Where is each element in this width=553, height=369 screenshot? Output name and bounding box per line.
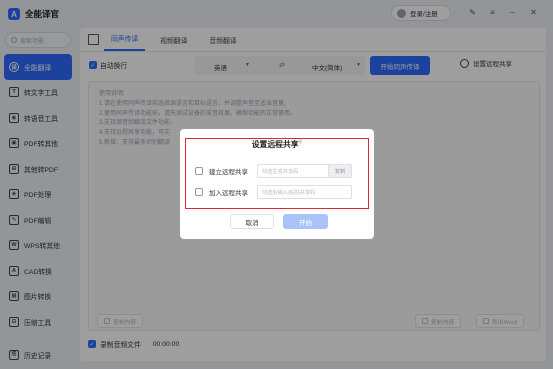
join-share-row: 加入远程共享 勾选后输入/粘贴共享码 (195, 185, 352, 199)
join-code-input[interactable]: 勾选后输入/粘贴共享码 (257, 185, 352, 199)
create-share-row: 建立远程共享 勾选生成共享码 复制 (195, 164, 352, 178)
start-button[interactable]: 开始 (283, 214, 328, 229)
cancel-button[interactable]: 取消 (230, 214, 274, 229)
share-code-field[interactable]: 勾选生成共享码 (257, 164, 329, 178)
join-share-checkbox[interactable] (195, 188, 203, 196)
remote-share-dialog: 设置远程共享® 建立远程共享 勾选生成共享码 复制 加入远程共享 勾选后输入/粘… (180, 129, 374, 239)
create-share-checkbox[interactable] (195, 167, 203, 175)
copy-code-button[interactable]: 复制 (329, 164, 352, 178)
create-share-label: 建立远程共享 (209, 169, 248, 176)
join-share-label: 加入远程共享 (209, 190, 248, 197)
